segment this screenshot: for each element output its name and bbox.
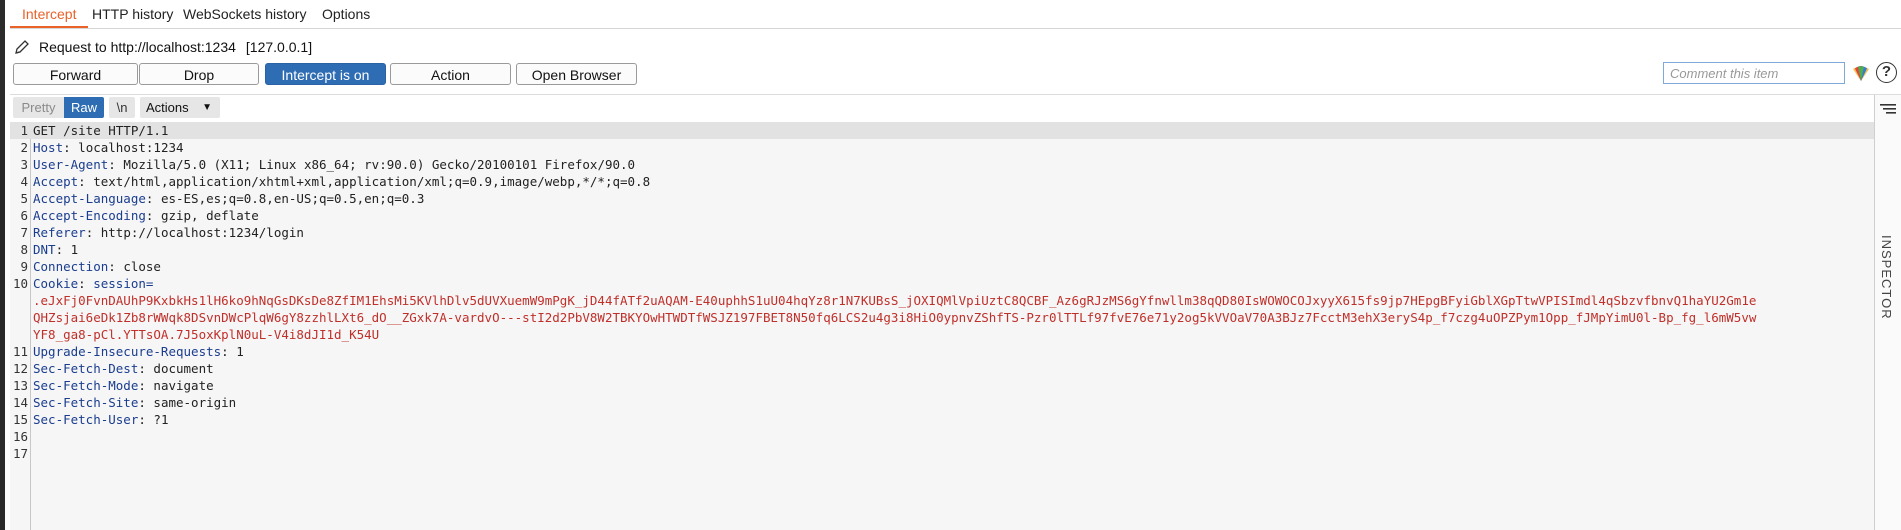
comment-input[interactable]	[1663, 62, 1845, 84]
cookie-value-line: YF8_ga8-pCl.YTTsOA.7J5oxKplN0uL-V4i8dJI1…	[33, 327, 380, 342]
tab-options[interactable]: Options	[310, 0, 382, 27]
tab-intercept[interactable]: Intercept	[10, 0, 89, 28]
request-address: [127.0.0.1]	[245, 39, 313, 55]
action-button[interactable]: Action	[390, 63, 511, 85]
tab-bar: Intercept HTTP history WebSockets histor…	[10, 0, 1901, 29]
inspector-panel: INSPECTOR	[1874, 95, 1901, 530]
intercept-toggle-button[interactable]: Intercept is on	[265, 63, 386, 85]
toolbar-divider	[10, 94, 1901, 95]
highlight-color-icon[interactable]	[1851, 63, 1871, 83]
inspector-tab[interactable]: INSPECTOR	[1879, 235, 1894, 320]
newline-toggle[interactable]: \n	[109, 97, 135, 118]
actions-dropdown[interactable]: Actions ▼	[140, 97, 220, 118]
tab-websockets-history[interactable]: WebSockets history	[171, 0, 318, 27]
drop-button[interactable]: Drop	[139, 63, 259, 85]
cookie-value-line: .eJxFj0FvnDAUhP9KxbkHs1lH6ko9hNqGsDKsDe8…	[33, 293, 1757, 308]
window-edge	[0, 0, 5, 530]
tab-http-history[interactable]: HTTP history	[80, 0, 185, 27]
open-browser-button[interactable]: Open Browser	[516, 63, 637, 85]
request-editor[interactable]: 1 GET /site HTTP/1.1 2 Host: localhost:123…	[10, 122, 1874, 530]
inspector-menu-icon[interactable]	[1879, 103, 1897, 117]
pretty-toggle[interactable]: Pretty	[13, 97, 64, 118]
request-target: Request to http://localhost:1234	[39, 39, 236, 55]
actions-label: Actions	[146, 100, 189, 115]
help-icon[interactable]: ?	[1876, 62, 1897, 83]
request-info: Request to http://localhost:1234 [127.0.…	[14, 37, 312, 57]
forward-button[interactable]: Forward	[13, 63, 138, 85]
edit-pencil-icon[interactable]	[14, 39, 30, 55]
editor-line: 1 GET /site HTTP/1.1	[10, 122, 1874, 139]
chevron-down-icon: ▼	[202, 102, 212, 113]
cookie-value-line: QHZsjai6eDk1Zb8rWWqk8DSvnDWcPlqW6gY8zzhl…	[33, 310, 1757, 325]
raw-toggle[interactable]: Raw	[64, 97, 104, 118]
